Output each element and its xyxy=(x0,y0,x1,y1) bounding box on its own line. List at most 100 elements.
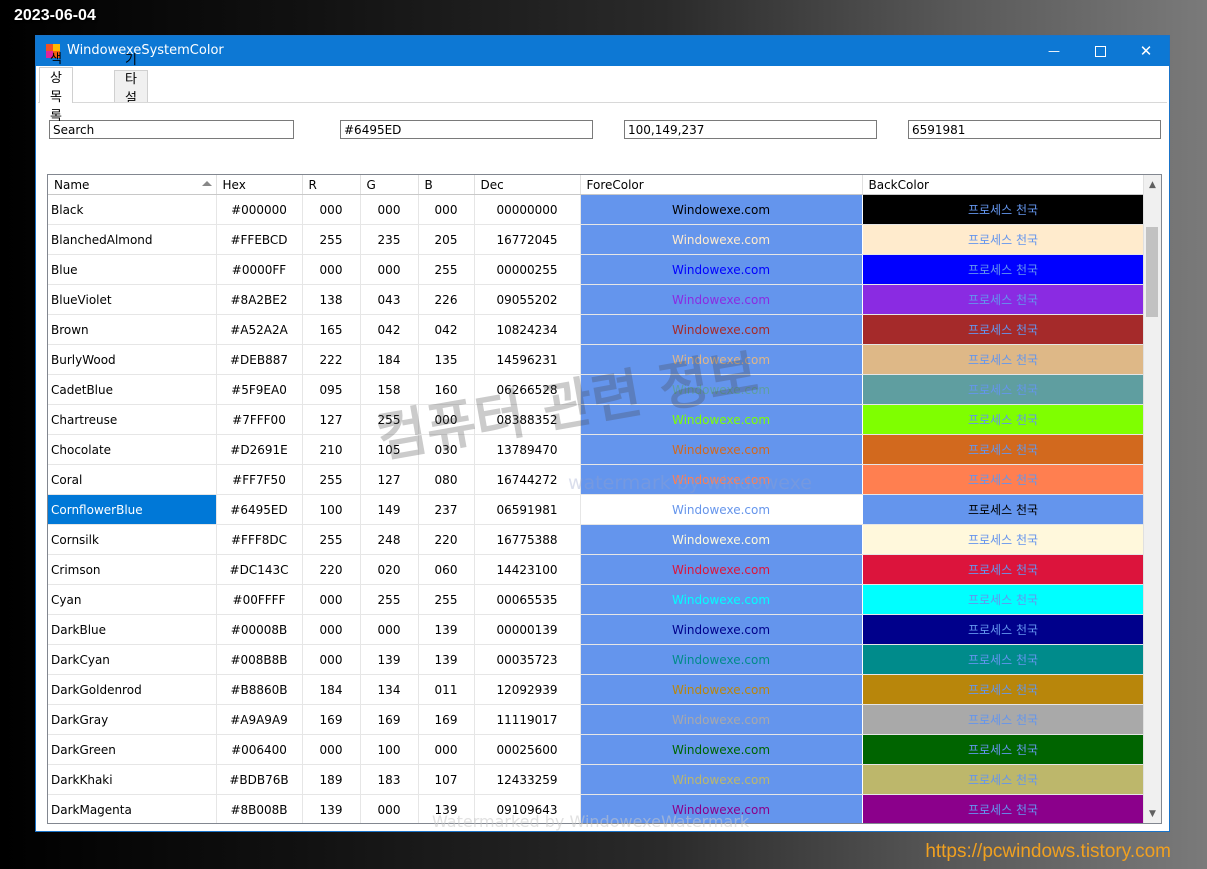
cell-b[interactable]: 237 xyxy=(418,494,475,525)
cell-name[interactable]: Chocolate xyxy=(48,434,217,465)
table-row[interactable]: Brown #A52A2A 165 042 042 10824234 Windowexe.c… xyxy=(48,314,1145,345)
close-button[interactable]: ✕ xyxy=(1123,36,1169,66)
cell-dec[interactable]: 16775388 xyxy=(474,524,581,555)
dec-field[interactable] xyxy=(908,120,1161,139)
cell-forecolor[interactable]: Windowexe.com xyxy=(580,704,863,735)
column-header-forecolor[interactable]: ForeColor xyxy=(580,175,863,195)
cell-dec[interactable]: 09109643 xyxy=(474,794,581,823)
cell-dec[interactable]: 00000139 xyxy=(474,614,581,645)
color-grid[interactable]: Name Hex R G B Dec ForeColor BackColor B… xyxy=(47,174,1162,824)
cell-backcolor[interactable]: 프로세스 천국 xyxy=(862,554,1145,585)
table-row[interactable]: Cornsilk #FFF8DC 255 248 220 16775388 Windowex… xyxy=(48,524,1145,555)
cell-hex[interactable]: #008B8B xyxy=(216,644,303,675)
cell-dec[interactable]: 10824234 xyxy=(474,314,581,345)
tab-color-list[interactable]: 색상 목록 xyxy=(39,52,73,124)
cell-name[interactable]: Chartreuse xyxy=(48,404,217,435)
cell-name[interactable]: BlanchedAlmond xyxy=(48,224,217,255)
rgb-field[interactable] xyxy=(624,120,877,139)
column-header-hex[interactable]: Hex xyxy=(216,175,303,195)
cell-forecolor[interactable]: Windowexe.com xyxy=(580,374,863,405)
cell-g[interactable]: 042 xyxy=(360,314,419,345)
table-row[interactable]: Chocolate #D2691E 210 105 030 13789470 Windowe… xyxy=(48,434,1145,465)
cell-hex[interactable]: #8A2BE2 xyxy=(216,284,303,315)
cell-hex[interactable]: #000000 xyxy=(216,194,303,225)
cell-g[interactable]: 134 xyxy=(360,674,419,705)
cell-forecolor[interactable]: Windowexe.com xyxy=(580,764,863,795)
cell-name[interactable]: Black xyxy=(48,194,217,225)
cell-hex[interactable]: #BDB76B xyxy=(216,764,303,795)
cell-g[interactable]: 105 xyxy=(360,434,419,465)
column-header-backcolor[interactable]: BackColor xyxy=(862,175,1145,195)
title-bar[interactable]: WindowexeSystemColor — ✕ xyxy=(36,36,1169,66)
cell-dec[interactable]: 06266528 xyxy=(474,374,581,405)
cell-forecolor[interactable]: Windowexe.com xyxy=(580,794,863,823)
cell-backcolor[interactable]: 프로세스 천국 xyxy=(862,254,1145,285)
column-header-name[interactable]: Name xyxy=(48,175,217,195)
cell-forecolor[interactable]: Windowexe.com xyxy=(580,524,863,555)
cell-b[interactable]: 255 xyxy=(418,584,475,615)
cell-r[interactable]: 165 xyxy=(302,314,361,345)
cell-name[interactable]: BlueViolet xyxy=(48,284,217,315)
cell-g[interactable]: 183 xyxy=(360,764,419,795)
scroll-down-icon[interactable]: ▼ xyxy=(1144,805,1161,822)
cell-r[interactable]: 127 xyxy=(302,404,361,435)
cell-name[interactable]: BurlyWood xyxy=(48,344,217,375)
cell-b[interactable]: 107 xyxy=(418,764,475,795)
cell-dec[interactable]: 12433259 xyxy=(474,764,581,795)
cell-hex[interactable]: #FFEBCD xyxy=(216,224,303,255)
table-row[interactable]: DarkCyan #008B8B 000 139 139 00035723 Windowex… xyxy=(48,644,1145,675)
cell-g[interactable]: 149 xyxy=(360,494,419,525)
minimize-button[interactable]: — xyxy=(1031,36,1077,66)
column-header-dec[interactable]: Dec xyxy=(474,175,581,195)
cell-dec[interactable]: 00025600 xyxy=(474,734,581,765)
table-row[interactable]: BlueViolet #8A2BE2 138 043 226 09055202 Window… xyxy=(48,284,1145,315)
cell-dec[interactable]: 13789470 xyxy=(474,434,581,465)
cell-dec[interactable]: 00035723 xyxy=(474,644,581,675)
scroll-up-icon[interactable]: ▲ xyxy=(1144,176,1161,193)
cell-r[interactable]: 255 xyxy=(302,464,361,495)
cell-g[interactable]: 020 xyxy=(360,554,419,585)
cell-backcolor[interactable]: 프로세스 천국 xyxy=(862,704,1145,735)
cell-b[interactable]: 000 xyxy=(418,194,475,225)
cell-forecolor[interactable]: Windowexe.com xyxy=(580,644,863,675)
cell-hex[interactable]: #8B008B xyxy=(216,794,303,823)
cell-hex[interactable]: #0000FF xyxy=(216,254,303,285)
cell-b[interactable]: 011 xyxy=(418,674,475,705)
cell-r[interactable]: 000 xyxy=(302,194,361,225)
table-row[interactable]: DarkGoldenrod #B8860B 184 134 011 12092939 Win… xyxy=(48,674,1145,705)
cell-backcolor[interactable]: 프로세스 천국 xyxy=(862,194,1145,225)
cell-backcolor[interactable]: 프로세스 천국 xyxy=(862,314,1145,345)
table-row[interactable]: BlanchedAlmond #FFEBCD 255 235 205 16772045 Wi… xyxy=(48,224,1145,255)
cell-r[interactable]: 222 xyxy=(302,344,361,375)
cell-b[interactable]: 139 xyxy=(418,614,475,645)
cell-hex[interactable]: #5F9EA0 xyxy=(216,374,303,405)
cell-dec[interactable]: 06591981 xyxy=(474,494,581,525)
tab-other-settings[interactable]: 기타 설정 xyxy=(114,53,148,125)
cell-g[interactable]: 127 xyxy=(360,464,419,495)
table-row[interactable]: CadetBlue #5F9EA0 095 158 160 06266528 Windowe… xyxy=(48,374,1145,405)
cell-b[interactable]: 160 xyxy=(418,374,475,405)
cell-g[interactable]: 000 xyxy=(360,794,419,823)
cell-backcolor[interactable]: 프로세스 천국 xyxy=(862,644,1145,675)
cell-forecolor[interactable]: Windowexe.com xyxy=(580,464,863,495)
cell-r[interactable]: 100 xyxy=(302,494,361,525)
cell-dec[interactable]: 00000000 xyxy=(474,194,581,225)
cell-dec[interactable]: 09055202 xyxy=(474,284,581,315)
cell-b[interactable]: 000 xyxy=(418,734,475,765)
cell-forecolor[interactable]: Windowexe.com xyxy=(580,614,863,645)
table-row[interactable]: DarkGreen #006400 000 100 000 00025600 Windowe… xyxy=(48,734,1145,765)
cell-forecolor[interactable]: Windowexe.com xyxy=(580,434,863,465)
cell-r[interactable]: 095 xyxy=(302,374,361,405)
cell-b[interactable]: 135 xyxy=(418,344,475,375)
cell-backcolor[interactable]: 프로세스 천국 xyxy=(862,764,1145,795)
cell-hex[interactable]: #DC143C xyxy=(216,554,303,585)
cell-name[interactable]: Brown xyxy=(48,314,217,345)
cell-dec[interactable]: 08388352 xyxy=(474,404,581,435)
cell-r[interactable]: 000 xyxy=(302,584,361,615)
cell-g[interactable]: 139 xyxy=(360,644,419,675)
scroll-thumb[interactable] xyxy=(1146,227,1158,317)
cell-r[interactable]: 138 xyxy=(302,284,361,315)
cell-backcolor[interactable]: 프로세스 천국 xyxy=(862,674,1145,705)
cell-g[interactable]: 000 xyxy=(360,614,419,645)
cell-name[interactable]: DarkGoldenrod xyxy=(48,674,217,705)
